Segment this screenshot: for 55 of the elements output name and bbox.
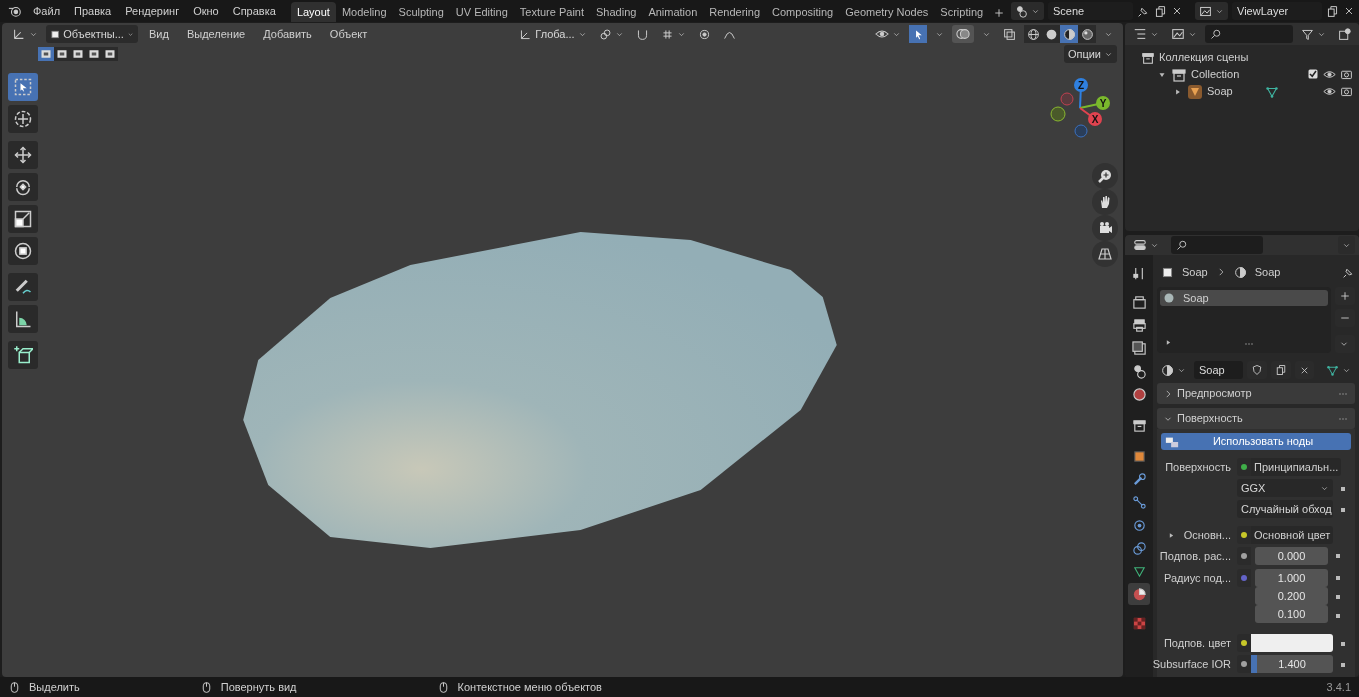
menu-item[interactable]: Вид — [142, 24, 176, 44]
dropdown[interactable]: GGX — [1237, 479, 1333, 497]
menu-item[interactable]: Рендеринг — [118, 1, 187, 21]
options-dropdown[interactable]: Опции — [1063, 45, 1117, 63]
workspace-tab[interactable]: Sculpting — [392, 2, 450, 22]
breadcrumb-item[interactable]: Soap — [1254, 263, 1281, 281]
menu-item[interactable]: Окно — [186, 1, 226, 21]
workspace-tab[interactable]: Scripting — [934, 2, 990, 22]
status-hint: Контекстное меню объектов — [457, 679, 602, 695]
menu-item[interactable]: Выделение — [179, 24, 253, 44]
menu-item[interactable]: Объект — [322, 24, 375, 44]
workspace-tab[interactable]: Shading — [590, 2, 643, 22]
dropdown[interactable]: Случайный обход — [1237, 500, 1333, 518]
tree-label[interactable]: Collection — [1191, 66, 1240, 83]
linked-node-field[interactable]: Основной цвет — [1251, 526, 1334, 544]
version-label: 3.4.1 — [1326, 679, 1351, 695]
workspace-tab[interactable]: Layout — [290, 2, 336, 22]
panel-header[interactable]: Поверхность — [1157, 408, 1355, 429]
number-field[interactable]: 0.200 — [1255, 587, 1328, 605]
menu-item[interactable]: Правка — [67, 1, 119, 21]
mode-dropdown[interactable]: Объектны... — [46, 25, 138, 43]
linked-node-field[interactable]: Принципиальн... — [1251, 458, 1342, 476]
scene-field[interactable]: Scene — [1048, 2, 1133, 20]
field-label: Поверхность — [1165, 459, 1231, 475]
menu-item[interactable]: Справка — [225, 1, 283, 21]
view-layer-field[interactable]: ViewLayer — [1232, 2, 1322, 20]
panel-header[interactable]: Предпросмотр — [1157, 383, 1355, 404]
field-label: Subsurface IOR — [1152, 656, 1231, 672]
workspace-tab[interactable]: Animation — [642, 2, 704, 22]
tree-label[interactable]: Коллекция сцены — [1159, 49, 1249, 66]
workspace-tab[interactable]: Modeling — [335, 2, 393, 22]
workspace-tab[interactable]: Texture Paint — [513, 2, 590, 22]
number-field[interactable]: 1.000 — [1255, 569, 1328, 587]
status-hint: Выделить — [29, 679, 80, 695]
menu-item[interactable]: Файл — [26, 1, 68, 21]
field-label: Подпов. цвет — [1163, 635, 1231, 651]
status-hint: Повернуть вид — [220, 679, 297, 695]
material-name-field[interactable]: Soap — [1194, 361, 1243, 379]
slider-field[interactable]: 1.400 — [1251, 655, 1333, 673]
workspace-tab[interactable]: Compositing — [766, 2, 840, 22]
orientation-dropdown[interactable]: Глоба... — [515, 25, 591, 43]
menu-item[interactable]: Добавить — [256, 24, 319, 44]
field-label: Радиус под... — [1164, 570, 1231, 586]
use-nodes-button[interactable]: Использовать ноды — [1161, 433, 1351, 450]
field-label: Основн... — [1183, 527, 1231, 543]
number-field[interactable]: 0.100 — [1255, 605, 1328, 623]
workspace-tab[interactable]: Geometry Nodes — [839, 2, 935, 22]
tree-label[interactable]: Soap — [1207, 83, 1233, 100]
workspace-tab[interactable]: UV Editing — [449, 2, 514, 22]
workspace-tab[interactable]: Rendering — [703, 2, 767, 22]
breadcrumb-item[interactable]: Soap — [1182, 263, 1208, 281]
field-label: Подпов. рас... — [1159, 548, 1231, 564]
material-slot[interactable]: Soap — [1160, 290, 1328, 306]
number-field[interactable]: 0.000 — [1255, 547, 1328, 565]
axis-gizmo[interactable]: Z Y X — [1048, 76, 1114, 140]
